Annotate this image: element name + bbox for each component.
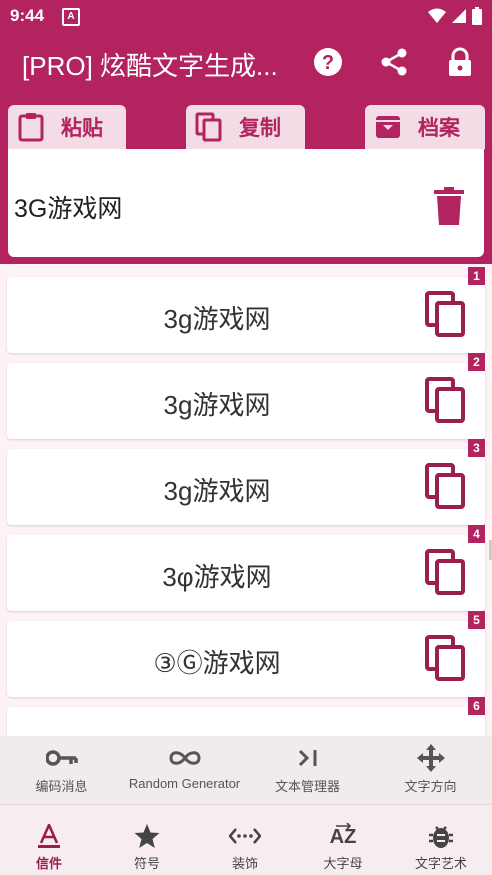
result-text: 3g游戏网 (163, 476, 271, 506)
trash-icon[interactable] (434, 187, 464, 225)
action-toolbar: 粘贴 复制 档案 3G游戏网 (0, 94, 492, 264)
archive-icon (376, 116, 400, 138)
tab-label: 文字艺术 (414, 856, 467, 871)
code-dots-icon (229, 828, 261, 844)
result-text: 3g游戏网 (163, 304, 271, 334)
list-item[interactable]: 3φ游戏网 4 (7, 525, 485, 611)
nav-text-manager[interactable]: 文本管理器 (246, 736, 369, 804)
nav-label: 文本管理器 (274, 779, 340, 794)
nav-label: 文字方向 (404, 779, 457, 794)
tab-text-art[interactable]: 文字艺术 (392, 805, 490, 875)
results-list: 3g游戏网 1 3g游戏网 2 3g游戏网 3 3φ游戏网 4 ③Ⓖ游戏网 5 … (0, 264, 492, 736)
signal-icon (452, 9, 466, 23)
result-number: 6 (468, 697, 485, 715)
tab-decoration[interactable]: 装饰 (196, 805, 294, 875)
result-number: 2 (468, 353, 485, 371)
infinity-icon (168, 751, 201, 765)
svg-text:?: ? (322, 52, 334, 74)
input-text[interactable]: 3G游戏网 (14, 189, 122, 225)
copy-icon (195, 112, 222, 142)
lock-icon[interactable] (444, 46, 476, 78)
list-item[interactable]: ③Ⓖ游戏网 5 (7, 611, 485, 697)
nav-encode-message[interactable]: 编码消息 (0, 736, 123, 804)
copy-label: 复制 (239, 117, 281, 140)
notification-icon: A (62, 8, 80, 26)
paste-label: 粘贴 (61, 117, 103, 140)
letter-a-icon (38, 824, 60, 848)
result-text: ③Ⓖ游戏网 (153, 648, 281, 678)
move-arrows-icon (416, 744, 445, 772)
copy-icon[interactable] (425, 377, 467, 425)
copy-button[interactable]: 复制 (186, 105, 305, 149)
share-icon[interactable] (378, 46, 410, 78)
result-text: 3φ游戏网 (162, 562, 272, 592)
copy-icon[interactable] (425, 463, 467, 511)
app-title: [PRO] 炫酷文字生成... (22, 51, 278, 81)
result-text: 3g游戏网 (163, 390, 271, 420)
cursor-end-icon (298, 749, 316, 767)
tab-big-letters[interactable]: AZ 大字母 (294, 805, 392, 875)
list-item[interactable]: 3g游戏网 3 (7, 439, 485, 525)
tab-symbols[interactable]: 符号 (98, 805, 196, 875)
tab-label: 装饰 (231, 856, 258, 871)
star-icon (134, 824, 160, 848)
nav-label: Random Generator (128, 776, 241, 791)
tab-label: 符号 (133, 856, 160, 871)
copy-icon[interactable] (425, 549, 467, 597)
tool-nav: 编码消息 Random Generator 文本管理器 文字方向 (0, 736, 492, 804)
paste-button[interactable]: 粘贴 (8, 105, 126, 149)
tab-letters[interactable]: 信件 (0, 805, 98, 875)
app-bar: [PRO] 炫酷文字生成... ? (0, 32, 492, 94)
key-icon (45, 750, 78, 766)
clipboard-icon (18, 113, 44, 142)
status-time: 9:44 (10, 6, 45, 25)
list-item[interactable]: 3g游戏网 1 (7, 267, 485, 353)
copy-icon[interactable] (425, 635, 467, 683)
nav-text-direction[interactable]: 文字方向 (369, 736, 492, 804)
status-icons (428, 7, 482, 25)
result-number: 5 (468, 611, 485, 629)
a-z-icon: AZ (330, 823, 357, 848)
tab-label: 大字母 (323, 856, 363, 871)
list-item[interactable]: 3g游戏网 2 (7, 353, 485, 439)
nav-random-generator[interactable]: Random Generator (123, 736, 246, 804)
archive-button[interactable]: 档案 (365, 105, 485, 149)
text-editor[interactable]: 3G游戏网 (8, 149, 484, 257)
bottom-nav: 信件 符号 装饰 AZ 大字母 文字艺术 (0, 804, 492, 875)
archive-label: 档案 (418, 117, 460, 140)
wifi-icon (428, 8, 446, 23)
list-item[interactable]: 6 (7, 697, 485, 736)
help-icon[interactable]: ? (312, 46, 344, 78)
status-bar: 9:44 A (0, 0, 492, 32)
result-number: 3 (468, 439, 485, 457)
copy-icon[interactable] (425, 291, 467, 339)
nav-label: 编码消息 (35, 779, 88, 794)
result-number: 1 (468, 267, 485, 285)
svg-text:AZ: AZ (330, 826, 357, 848)
bug-icon (429, 826, 453, 848)
tab-label: 信件 (35, 856, 62, 871)
battery-icon (472, 7, 482, 25)
result-number: 4 (468, 525, 485, 543)
